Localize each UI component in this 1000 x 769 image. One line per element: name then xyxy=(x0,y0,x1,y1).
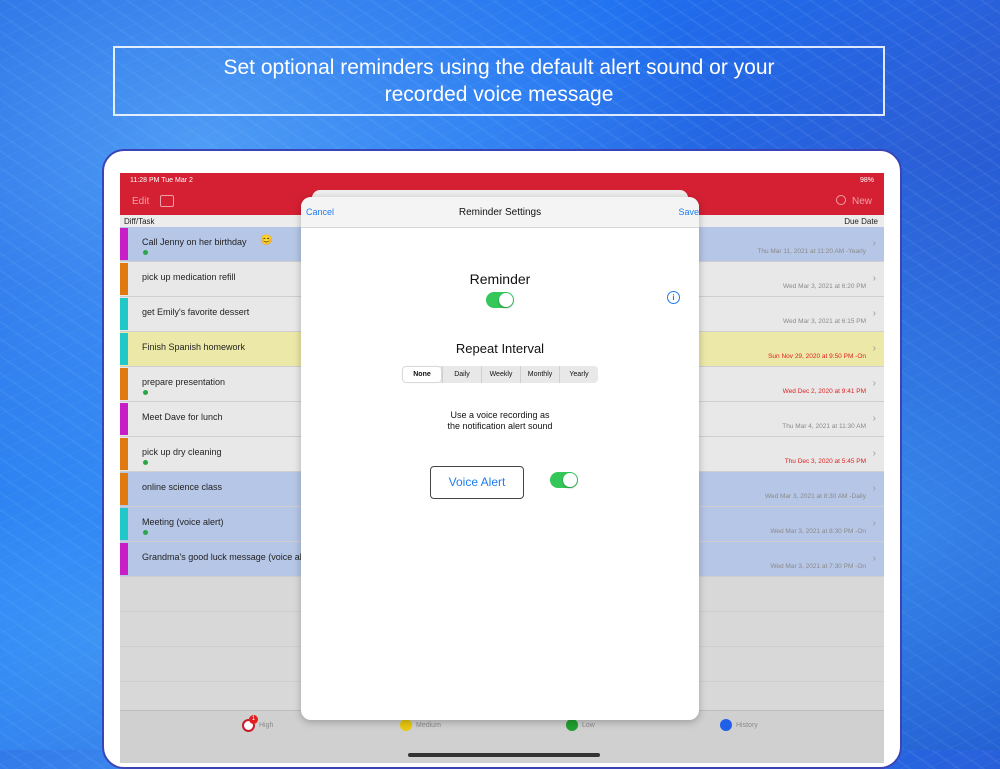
info-icon[interactable]: i xyxy=(667,291,680,304)
task-due-date: Wed Mar 3, 2021 at 7:30 PM -On xyxy=(770,563,866,570)
priority-color-bar xyxy=(120,298,128,330)
priority-color-bar xyxy=(120,473,128,505)
tab-label: Medium xyxy=(416,721,441,729)
tab-history[interactable]: History xyxy=(720,719,758,731)
medium-priority-icon xyxy=(400,719,412,731)
priority-color-bar xyxy=(120,228,128,260)
chevron-right-icon: › xyxy=(872,518,876,529)
priority-color-bar xyxy=(120,368,128,400)
chevron-right-icon: › xyxy=(872,308,876,319)
save-button[interactable]: Save xyxy=(678,207,699,217)
chevron-right-icon: › xyxy=(872,378,876,389)
task-title: online science class xyxy=(142,482,223,492)
task-title: Grandma's good luck message (voice al xyxy=(142,552,302,562)
task-title: Meet Dave for lunch xyxy=(142,412,223,422)
toggle-knob xyxy=(499,293,513,307)
new-button[interactable]: New xyxy=(852,196,872,207)
reminder-label: Reminder xyxy=(469,271,531,287)
modal-title: Reminder Settings xyxy=(458,207,542,218)
column-header-task: Diff/Task xyxy=(124,217,155,226)
task-title: Meeting (voice alert) xyxy=(142,517,224,527)
voice-alert-toggle[interactable] xyxy=(550,472,578,488)
task-due-date: Wed Mar 3, 2021 at 6:15 PM xyxy=(783,318,866,325)
tab-high[interactable]: 1 High xyxy=(242,715,274,732)
chevron-right-icon: › xyxy=(872,273,876,284)
chevron-right-icon: › xyxy=(872,343,876,354)
task-due-date: Wed Mar 3, 2021 at 6:20 PM xyxy=(783,283,866,290)
chevron-right-icon: › xyxy=(872,448,876,459)
toggle-knob xyxy=(563,473,577,487)
status-bar: 11:28 PM Tue Mar 2 98% xyxy=(120,173,884,189)
low-priority-icon xyxy=(566,719,578,731)
search-icon[interactable] xyxy=(836,195,846,205)
reminder-toggle[interactable] xyxy=(486,292,514,308)
interval-option-daily[interactable]: Daily xyxy=(442,366,481,383)
task-due-date: Wed Mar 3, 2021 at 8:30 PM -On xyxy=(770,528,866,535)
reminder-dot-icon xyxy=(143,250,148,255)
tab-low[interactable]: Low xyxy=(566,719,595,731)
history-icon xyxy=(720,719,732,731)
tab-medium[interactable]: Medium xyxy=(400,719,441,731)
task-title: prepare presentation xyxy=(142,377,226,387)
modal-header: Cancel Reminder Settings Save xyxy=(301,197,699,228)
reminder-dot-icon xyxy=(143,530,148,535)
battery-level: 98% xyxy=(859,177,874,184)
repeat-interval-control: None Daily Weekly Monthly Yearly xyxy=(402,366,598,383)
tab-label: Low xyxy=(582,721,595,729)
priority-color-bar xyxy=(120,333,128,365)
interval-option-yearly[interactable]: Yearly xyxy=(559,366,598,383)
priority-color-bar xyxy=(120,403,128,435)
column-header-due: Due Date xyxy=(844,217,878,226)
priority-color-bar xyxy=(120,438,128,470)
priority-color-bar xyxy=(120,543,128,575)
task-emoji: 😊 xyxy=(260,235,273,246)
task-title: get Emily's favorite dessert xyxy=(142,307,250,317)
badge-count: 1 xyxy=(249,715,258,724)
reminder-dot-icon xyxy=(143,390,148,395)
caption-banner: Set optional reminders using the default… xyxy=(113,46,885,116)
tab-label: High xyxy=(259,722,274,729)
calendar-icon[interactable] xyxy=(160,195,174,207)
voice-recording-description: Use a voice recording as the notificatio… xyxy=(447,410,553,431)
interval-option-weekly[interactable]: Weekly xyxy=(481,366,520,383)
home-indicator[interactable] xyxy=(408,753,600,757)
interval-option-monthly[interactable]: Monthly xyxy=(520,366,559,383)
voice-alert-button[interactable]: Voice Alert xyxy=(430,466,524,499)
interval-option-none[interactable]: None xyxy=(403,367,441,382)
task-due-date: Wed Dec 2, 2020 at 9:41 PM xyxy=(782,388,866,395)
reminder-settings-modal: Cancel Reminder Settings Save Reminder i… xyxy=(301,197,699,720)
task-due-date: Wed Mar 3, 2021 at 8:30 AM -Daily xyxy=(764,493,866,500)
chevron-right-icon: › xyxy=(872,483,876,494)
priority-color-bar xyxy=(120,263,128,295)
chevron-right-icon: › xyxy=(872,238,876,249)
chevron-right-icon: › xyxy=(872,553,876,564)
tab-label: History xyxy=(736,721,758,729)
task-due-date: Thu Mar 11, 2021 at 11:20 AM -Yearly xyxy=(757,248,866,255)
repeat-interval-label: Repeat Interval xyxy=(455,341,545,356)
task-due-date: Thu Dec 3, 2020 at 5:45 PM xyxy=(784,458,866,465)
priority-color-bar xyxy=(120,508,128,540)
edit-button[interactable]: Edit xyxy=(132,196,149,207)
task-title: Finish Spanish homework xyxy=(142,342,246,352)
task-title: Call Jenny on her birthday xyxy=(142,237,247,247)
task-title: pick up dry cleaning xyxy=(142,447,222,457)
task-title: pick up medication refill xyxy=(142,272,236,282)
chevron-right-icon: › xyxy=(872,413,876,424)
task-due-date: Thu Mar 4, 2021 at 11:30 AM xyxy=(782,423,866,430)
task-due-date: Sun Nov 29, 2020 at 9:50 PM -On xyxy=(768,353,866,360)
status-time: 11:28 PM Tue Mar 2 xyxy=(130,177,193,184)
reminder-dot-icon xyxy=(143,460,148,465)
